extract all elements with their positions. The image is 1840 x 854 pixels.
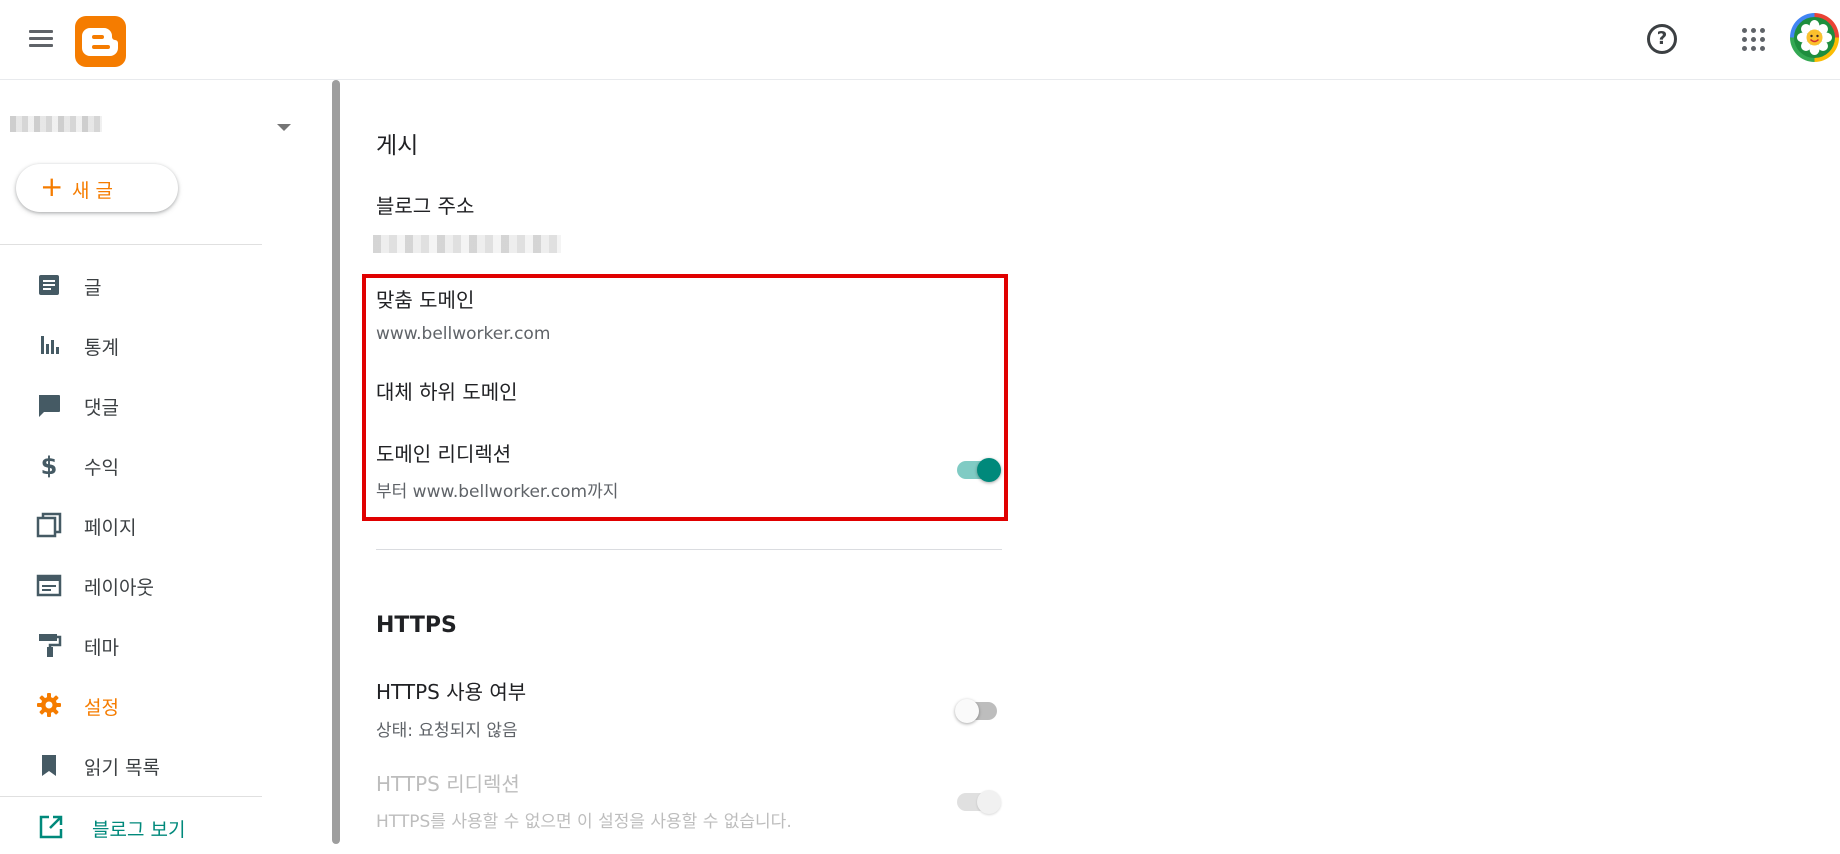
https-availability-status: 상태: 요청되지 않음 xyxy=(376,721,518,741)
fallback-subdomain-title[interactable]: 대체 하위 도메인 xyxy=(376,376,518,405)
sidebar-item-label: 수익 xyxy=(84,457,119,479)
sidebar-item-comments[interactable]: 댓글 xyxy=(0,380,262,428)
blogger-logo-icon[interactable] xyxy=(75,16,126,67)
sidebar-item-theme[interactable]: 테마 xyxy=(0,620,262,668)
gear-icon xyxy=(37,693,61,717)
blog-address-title[interactable]: 블로그 주소 xyxy=(376,190,474,219)
sidebar: + 새 글 글 통계 댓글 $ 수익 페이지 레이아웃 테마 설정 읽기 목록 … xyxy=(0,80,291,854)
dollar-icon: $ xyxy=(41,452,58,478)
theme-roller-icon xyxy=(39,634,62,657)
view-blog-label: 블로그 보기 xyxy=(92,819,186,841)
blog-name-redacted xyxy=(10,116,102,132)
view-blog-link[interactable]: 블로그 보기 xyxy=(0,802,262,850)
svg-text:$: $ xyxy=(41,452,58,478)
sidebar-item-layout[interactable]: 레이아웃 xyxy=(0,560,262,608)
bookmark-icon xyxy=(42,755,56,776)
sidebar-item-settings[interactable]: 설정 xyxy=(0,680,262,728)
domain-redirect-description: 부터 www.bellworker.com까지 xyxy=(376,482,619,502)
new-post-label: 새 글 xyxy=(72,180,113,202)
sidebar-item-pages[interactable]: 페이지 xyxy=(0,500,262,548)
domain-redirect-title: 도메인 리디렉션 xyxy=(376,442,512,466)
sidebar-item-label: 글 xyxy=(84,277,102,299)
https-redirect-toggle[interactable] xyxy=(955,788,1003,814)
sidebar-item-label: 읽기 목록 xyxy=(84,757,160,779)
sidebar-scrollbar[interactable] xyxy=(332,80,340,844)
stats-icon xyxy=(41,336,59,354)
blog-selector[interactable] xyxy=(10,110,291,140)
custom-domain-title[interactable]: 맞춤 도메인 xyxy=(376,284,474,313)
help-icon[interactable]: ? xyxy=(1647,24,1677,54)
comments-icon xyxy=(39,395,60,417)
https-redirect-title: HTTPS 리디렉션 xyxy=(376,772,520,796)
hamburger-menu-icon[interactable] xyxy=(24,24,58,54)
sidebar-item-earnings[interactable]: $ 수익 xyxy=(0,440,262,488)
sidebar-item-label: 레이아웃 xyxy=(84,577,154,599)
settings-content: 게시 블로그 주소 맞춤 도메인 www.bellworker.com 대체 하… xyxy=(345,80,1840,854)
https-availability-toggle[interactable] xyxy=(955,697,1003,723)
posts-icon xyxy=(39,275,59,295)
apps-grid-icon[interactable] xyxy=(1742,28,1766,52)
sidebar-item-reading-list[interactable]: 읽기 목록 xyxy=(0,740,262,788)
app-header: ? xyxy=(0,0,1840,80)
layout-icon xyxy=(36,574,62,597)
sidebar-divider xyxy=(0,796,262,797)
sidebar-item-label: 설정 xyxy=(84,697,119,719)
sidebar-item-label: 댓글 xyxy=(84,397,119,419)
https-availability-title: HTTPS 사용 여부 xyxy=(376,680,527,704)
new-post-button[interactable]: + 새 글 xyxy=(16,164,178,212)
custom-domain-value: www.bellworker.com xyxy=(376,324,551,344)
sidebar-item-label: 테마 xyxy=(84,637,119,659)
https-redirect-description: HTTPS를 사용할 수 없으면 이 설정을 사용할 수 없습니다. xyxy=(376,812,792,832)
sidebar-item-stats[interactable]: 통계 xyxy=(0,320,262,368)
sidebar-divider xyxy=(0,244,262,245)
blog-address-redacted xyxy=(373,235,561,253)
sidebar-item-posts[interactable]: 글 xyxy=(0,260,262,308)
avatar[interactable] xyxy=(1790,13,1839,62)
publish-section-title: 게시 xyxy=(376,133,419,159)
chevron-down-icon[interactable] xyxy=(277,124,291,131)
https-section-title: HTTPS xyxy=(376,613,457,638)
section-divider xyxy=(376,549,1002,550)
sidebar-item-label: 통계 xyxy=(84,337,119,359)
sidebar-item-label: 페이지 xyxy=(84,517,137,539)
domain-redirect-toggle[interactable] xyxy=(955,456,1003,482)
open-in-new-icon xyxy=(39,815,63,839)
plus-icon: + xyxy=(40,170,64,203)
pages-icon xyxy=(36,512,62,538)
